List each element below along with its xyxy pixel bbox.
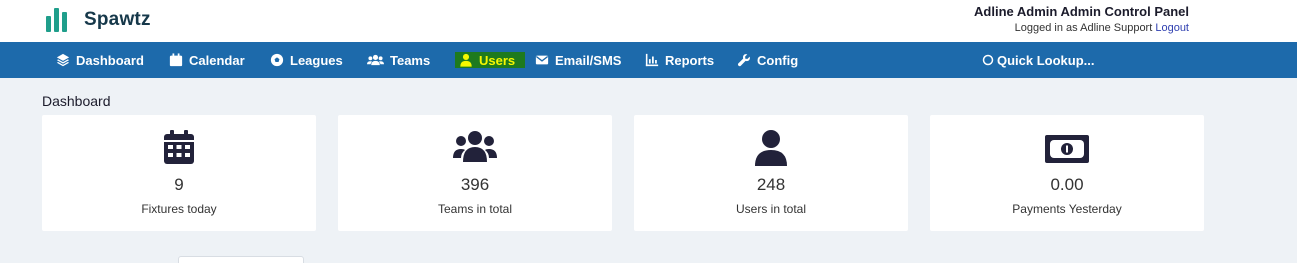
fixtures-card[interactable]: 9 Fixtures today <box>42 115 316 231</box>
brand-name: Spawtz <box>84 9 151 30</box>
nav-users-label: Users <box>479 52 516 68</box>
calendar-icon <box>169 53 183 67</box>
calendar-icon <box>164 130 194 164</box>
quick-lookup-label: Quick Lookup... <box>997 52 1095 68</box>
teams-card[interactable]: 396 Teams in total <box>338 115 612 231</box>
nav-calendar[interactable]: Calendar <box>169 42 245 78</box>
fixtures-value: 9 <box>174 175 184 194</box>
nav-users-highlight: Users <box>455 52 526 68</box>
teams-value: 396 <box>460 175 490 194</box>
brand-logo[interactable]: Spawtz <box>46 8 151 32</box>
nav-teams-label: Teams <box>390 52 431 68</box>
logout-link[interactable]: Logout <box>1155 22 1189 34</box>
search-circle-icon <box>982 54 994 66</box>
users-card[interactable]: 248 Users in total <box>634 115 908 231</box>
fixtures-label: Fixtures today <box>141 202 217 216</box>
nav-users[interactable]: Users <box>455 42 526 78</box>
soccer-ball-icon <box>270 53 284 67</box>
nav-teams[interactable]: Teams <box>367 42 430 78</box>
envelope-icon <box>535 55 549 65</box>
nav-dashboard[interactable]: Dashboard <box>56 42 144 78</box>
partial-panel <box>178 256 304 263</box>
nav-reports-label: Reports <box>665 52 715 68</box>
payments-label: Payments Yesterday <box>1012 202 1122 216</box>
nav-leagues[interactable]: Leagues <box>270 42 343 78</box>
payments-card[interactable]: 0.00 Payments Yesterday <box>930 115 1204 231</box>
money-bill-icon <box>1045 135 1089 163</box>
chart-icon <box>645 53 659 67</box>
user-icon <box>755 130 787 166</box>
nav-config-label: Config <box>757 52 799 68</box>
main-nav: Dashboard Calendar Leagues Teams Users E… <box>0 42 1297 78</box>
teams-label: Teams in total <box>437 202 513 216</box>
nav-email-sms-label: Email/SMS <box>555 52 622 68</box>
payments-value: 0.00 <box>1050 175 1084 194</box>
nav-config[interactable]: Config <box>737 42 798 78</box>
logged-in-text: Logged in as Adline Support <box>1014 22 1153 34</box>
nav-email-sms[interactable]: Email/SMS <box>535 42 621 78</box>
users-icon <box>453 131 497 162</box>
nav-calendar-label: Calendar <box>189 52 245 68</box>
quick-lookup[interactable]: Quick Lookup... <box>982 42 1095 78</box>
nav-leagues-label: Leagues <box>290 52 343 68</box>
nav-reports[interactable]: Reports <box>645 42 714 78</box>
logged-in-info: Logged in as Adline Support Logout <box>1015 22 1189 34</box>
users-label: Users in total <box>735 202 807 216</box>
wrench-icon <box>737 54 750 67</box>
nav-dashboard-label: Dashboard <box>76 52 144 68</box>
panel-title: Adline Admin Admin Control Panel <box>974 4 1189 19</box>
user-icon <box>460 53 472 67</box>
top-header: Spawtz Adline Admin Admin Control Panel … <box>0 0 1297 42</box>
page-title: Dashboard <box>42 93 111 109</box>
layers-icon <box>56 53 70 67</box>
logo-bars-icon <box>46 8 76 32</box>
users-value: 248 <box>756 175 786 194</box>
users-icon <box>367 54 384 66</box>
